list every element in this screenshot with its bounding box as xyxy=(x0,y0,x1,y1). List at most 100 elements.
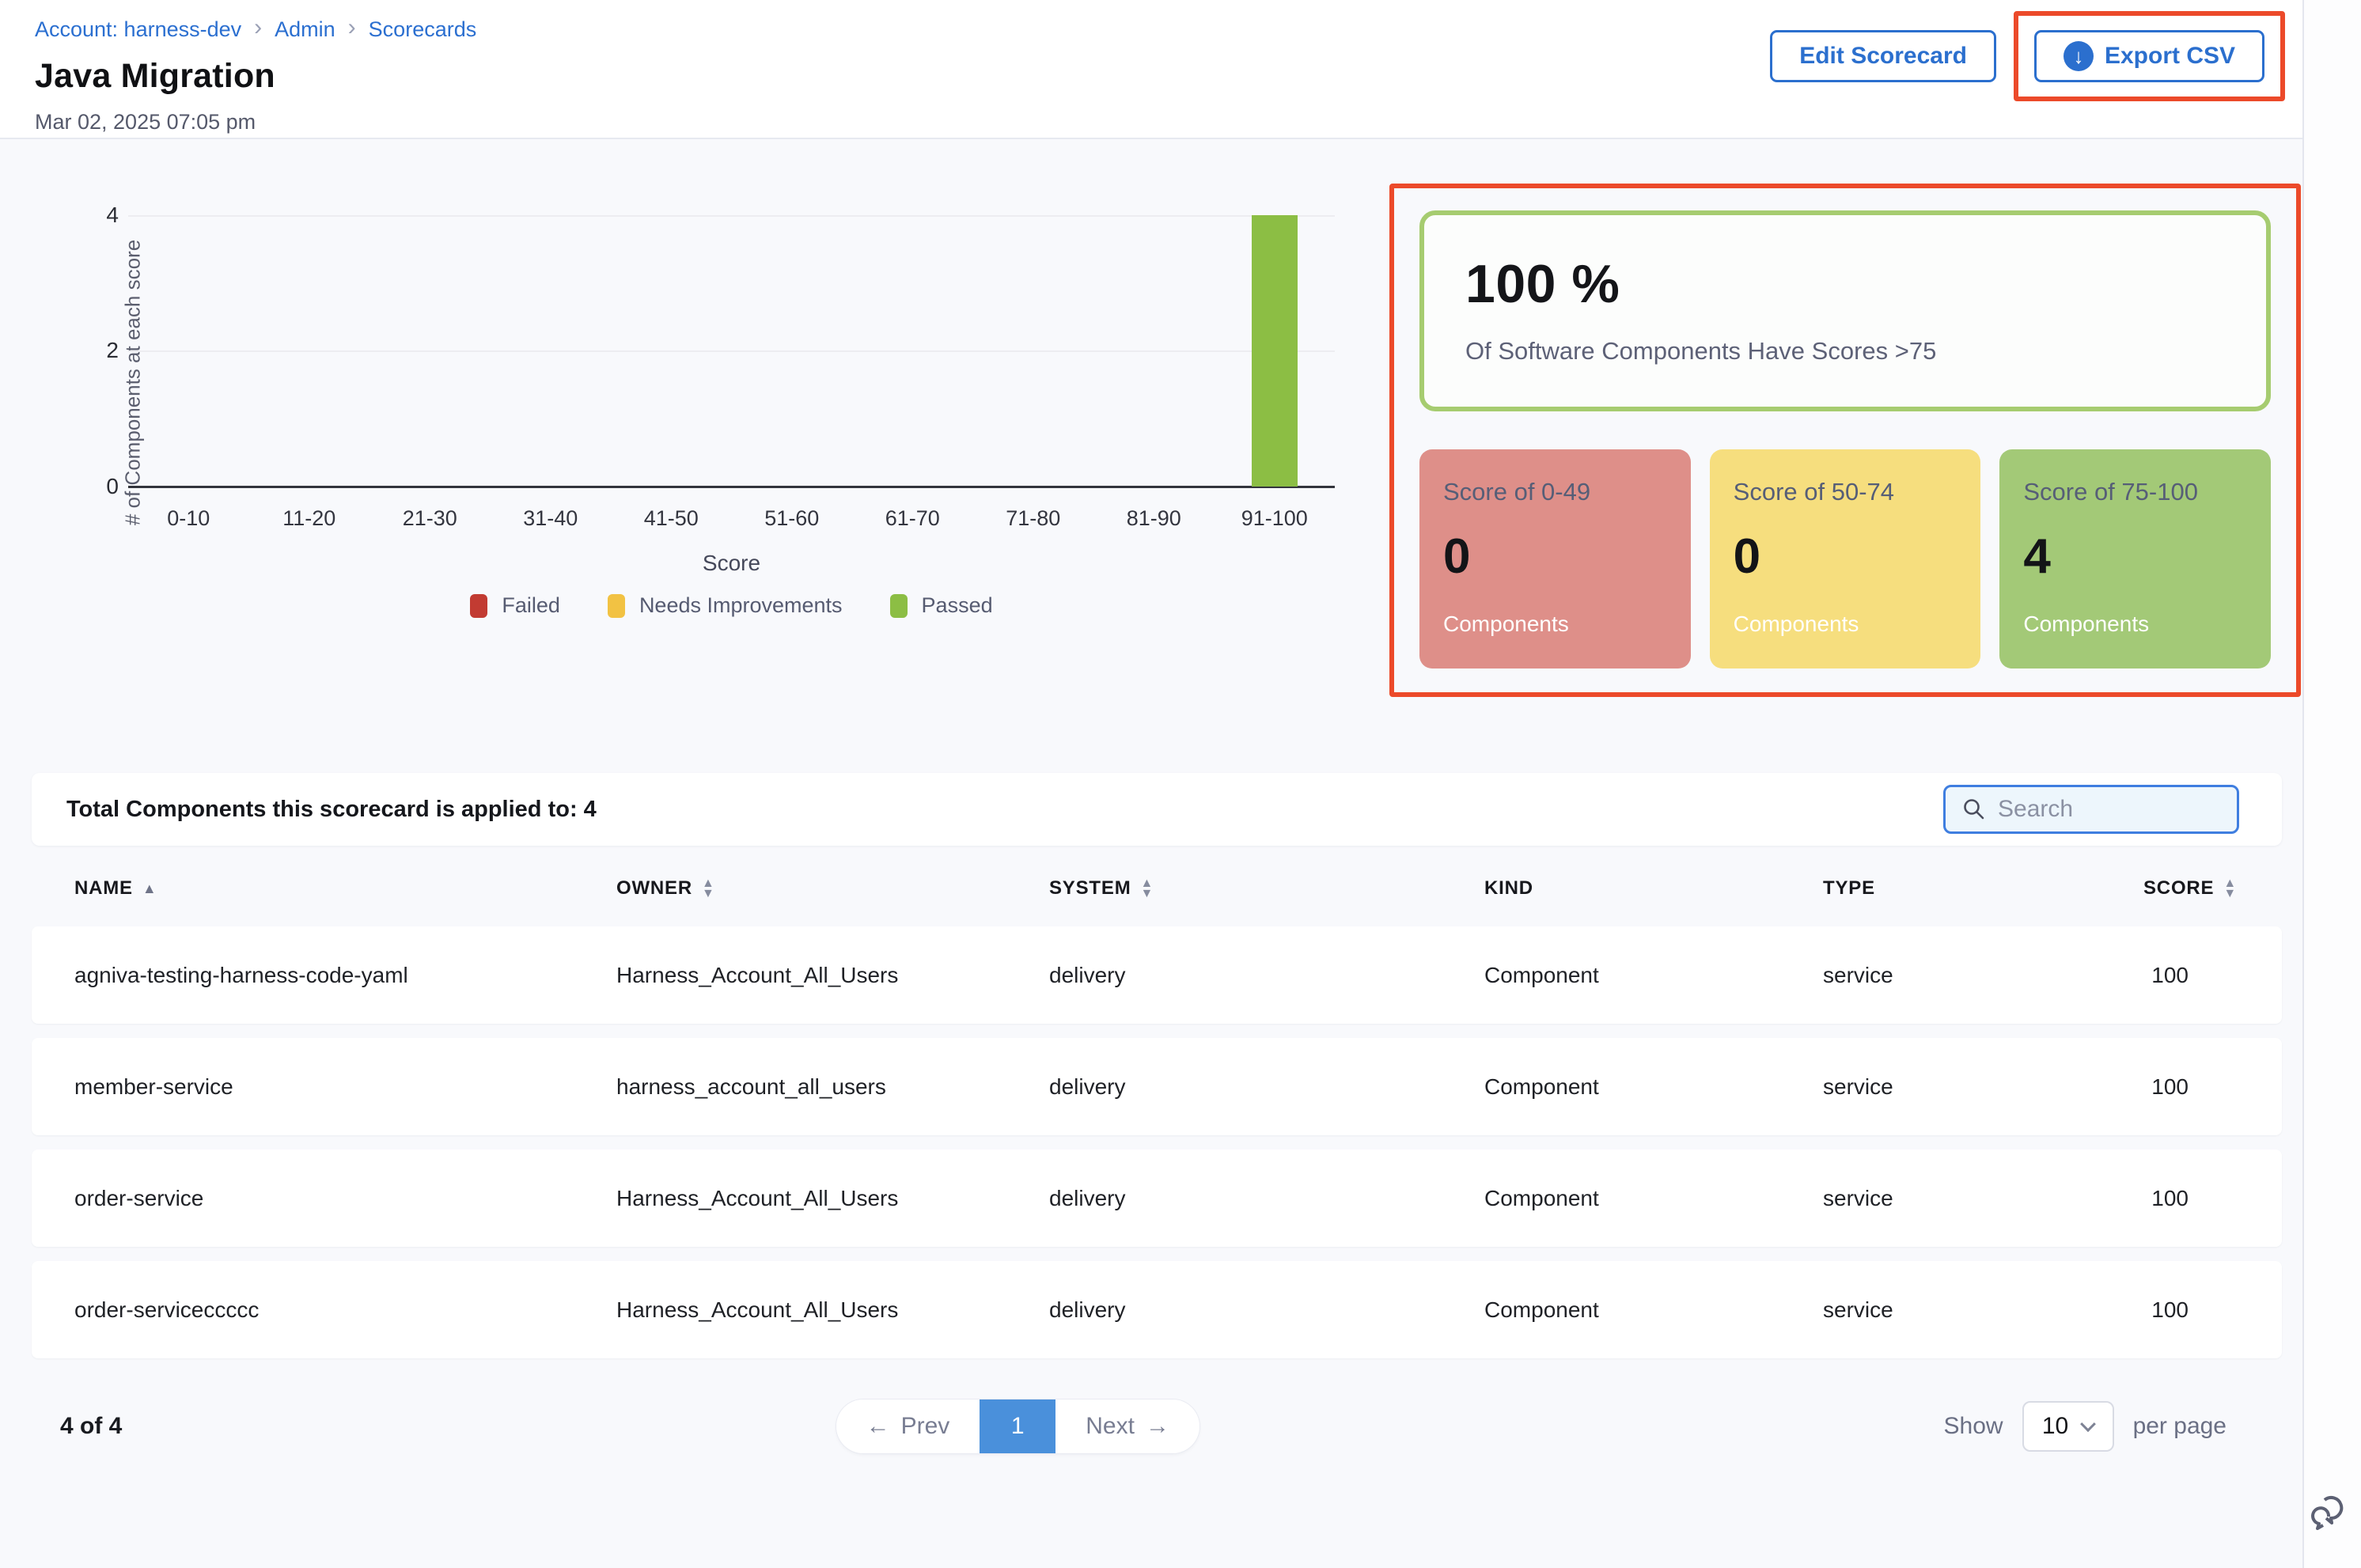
sort-icon[interactable]: ▲▼ xyxy=(2223,878,2237,899)
breadcrumb-separator-icon: › xyxy=(254,14,262,44)
summary-annotation-box: 100 % Of Software Components Have Scores… xyxy=(1389,184,2301,697)
table-row[interactable]: agniva-testing-harness-code-yamlHarness_… xyxy=(32,926,2282,1024)
export-csv-button[interactable]: ↓ Export CSV xyxy=(2034,30,2264,82)
legend-item-needs-improvements[interactable]: Needs Improvements xyxy=(608,593,843,618)
score-range-card: Score of 50-74 0 Components xyxy=(1710,449,1981,668)
next-label: Next xyxy=(1086,1413,1135,1440)
x-tick-label: 91-100 xyxy=(1215,506,1336,531)
table-row[interactable]: order-servicecccccHarness_Account_All_Us… xyxy=(32,1261,2282,1358)
arrow-left-icon: ← xyxy=(866,1413,890,1440)
right-edge-panel xyxy=(2302,0,2361,1568)
table-row[interactable]: order-serviceHarness_Account_All_Usersde… xyxy=(32,1149,2282,1247)
cell-type: service xyxy=(1823,963,2143,988)
legend-swatch-icon xyxy=(608,594,625,618)
score-range-caption: Components xyxy=(1443,612,1667,637)
legend-label: Passed xyxy=(922,593,993,618)
search-input[interactable] xyxy=(1998,796,2221,823)
legend-item-failed[interactable]: Failed xyxy=(470,593,560,618)
next-page-button[interactable]: Next → xyxy=(1055,1399,1199,1453)
edit-scorecard-button[interactable]: Edit Scorecard xyxy=(1770,30,1996,82)
edit-scorecard-label: Edit Scorecard xyxy=(1799,43,1967,70)
table-body: agniva-testing-harness-code-yamlHarness_… xyxy=(32,926,2282,1358)
pagination-row: 4 of 4 ← Prev 1 Next → xyxy=(32,1399,2282,1453)
cell-system: delivery xyxy=(1049,1297,1484,1323)
chart-legend: Failed Needs Improvements Passed xyxy=(128,593,1335,618)
headline-caption: Of Software Components Have Scores >75 xyxy=(1465,337,2225,365)
x-tick-label: 31-40 xyxy=(491,506,612,531)
chart-x-axis-label: Score xyxy=(128,551,1335,576)
cell-kind: Component xyxy=(1484,1074,1823,1100)
breadcrumb-account-link[interactable]: Account: harness-dev xyxy=(35,17,241,42)
cell-kind: Component xyxy=(1484,963,1823,988)
column-header-system[interactable]: SYSTEM▲▼ xyxy=(1049,877,1484,900)
column-header-name[interactable]: NAME ▲ xyxy=(74,877,616,900)
legend-swatch-icon xyxy=(890,594,908,618)
bar-slot-31-40 xyxy=(491,215,612,487)
cell-kind: Component xyxy=(1484,1186,1823,1211)
chart-plot-area: 4 2 0 xyxy=(128,215,1335,487)
chart-bars xyxy=(128,215,1335,487)
prev-page-button[interactable]: ← Prev xyxy=(836,1399,980,1453)
column-label: KIND xyxy=(1484,877,1533,900)
breadcrumb-admin-link[interactable]: Admin xyxy=(275,17,335,42)
breadcrumb-scorecards-link[interactable]: Scorecards xyxy=(369,17,477,42)
search-box[interactable] xyxy=(1943,785,2239,834)
cell-type: service xyxy=(1823,1186,2143,1211)
x-tick-label: 61-70 xyxy=(852,506,973,531)
bar-slot-21-30 xyxy=(369,215,491,487)
legend-item-passed[interactable]: Passed xyxy=(890,593,993,618)
column-header-type: TYPE xyxy=(1823,877,2143,900)
breadcrumb-separator-icon: › xyxy=(348,14,356,44)
cell-score: 100 xyxy=(2143,1074,2226,1100)
total-components-label: Total Components this scorecard is appli… xyxy=(66,797,597,823)
score-range-value: 0 xyxy=(1734,528,1957,585)
table-toolbar: Total Components this scorecard is appli… xyxy=(32,773,2282,846)
download-circle-icon: ↓ xyxy=(2064,41,2094,71)
bar-slot-71-80 xyxy=(973,215,1094,487)
bar-slot-0-10 xyxy=(128,215,249,487)
score-range-card: Score of 75-1004Components xyxy=(1999,449,2271,668)
bar-slot-11-20 xyxy=(249,215,370,487)
sort-icon[interactable]: ▲▼ xyxy=(1140,878,1154,899)
score-range-card: Score of 0-49 0 Components xyxy=(1419,449,1691,668)
column-label: NAME xyxy=(74,877,133,900)
bar-slot-81-90 xyxy=(1093,215,1215,487)
cell-owner: Harness_Account_All_Users xyxy=(616,1186,1049,1211)
bar-91-100[interactable] xyxy=(1252,215,1298,487)
score-distribution-chart: # of Components at each score 4 2 0 0-10… xyxy=(32,184,1369,658)
sort-icon[interactable]: ▲▼ xyxy=(702,878,715,899)
bar-slot-41-50 xyxy=(611,215,732,487)
bar-slot-51-60 xyxy=(732,215,853,487)
column-label: OWNER xyxy=(616,877,692,900)
per-page-label: per page xyxy=(2133,1413,2226,1440)
cell-type: service xyxy=(1823,1074,2143,1100)
scorecard-timestamp: Mar 02, 2025 07:05 pm xyxy=(35,110,2266,134)
score-range-title: Score of 0-49 xyxy=(1443,478,1667,506)
column-header-score[interactable]: SCORE ▲▼ xyxy=(2143,877,2237,900)
prev-label: Prev xyxy=(901,1413,950,1440)
column-label: SCORE xyxy=(2143,877,2214,900)
sort-ascending-icon[interactable]: ▲ xyxy=(142,881,157,896)
support-chat-icon[interactable] xyxy=(2309,1493,2348,1536)
score-range-value: 0 xyxy=(1443,528,1667,585)
score-range-caption: Components xyxy=(1734,612,1957,637)
cell-owner: harness_account_all_users xyxy=(616,1074,1049,1100)
headline-score-card: 100 % Of Software Components Have Scores… xyxy=(1419,210,2271,411)
page-1-button[interactable]: 1 xyxy=(980,1399,1055,1453)
headline-percentage: 100 % xyxy=(1465,253,2225,315)
score-range-caption: Components xyxy=(2023,612,2247,637)
score-range-cards: Score of 0-49 0 Components Score of 50-74 0 C… xyxy=(1419,449,2271,668)
pager: ← Prev 1 Next → xyxy=(836,1399,1199,1453)
scorecard-page: Account: harness-dev › Admin › Scorecard… xyxy=(0,0,2361,1568)
x-tick-label: 51-60 xyxy=(732,506,853,531)
legend-label: Failed xyxy=(502,593,560,618)
bar-slot-91-100 xyxy=(1215,215,1336,487)
score-range-title: Score of 50-74 xyxy=(1734,478,1957,506)
chart-x-tick-labels: 0-1011-2021-3031-4041-5051-6061-7071-808… xyxy=(128,506,1335,531)
cell-owner: Harness_Account_All_Users xyxy=(616,963,1049,988)
column-header-owner[interactable]: OWNER ▲▼ xyxy=(616,877,1049,900)
y-tick-label: 2 xyxy=(87,338,119,363)
table-row[interactable]: member-serviceharness_account_all_usersd… xyxy=(32,1038,2282,1135)
page-size-select[interactable]: 10 xyxy=(2022,1401,2114,1452)
y-tick-label: 4 xyxy=(87,203,119,228)
